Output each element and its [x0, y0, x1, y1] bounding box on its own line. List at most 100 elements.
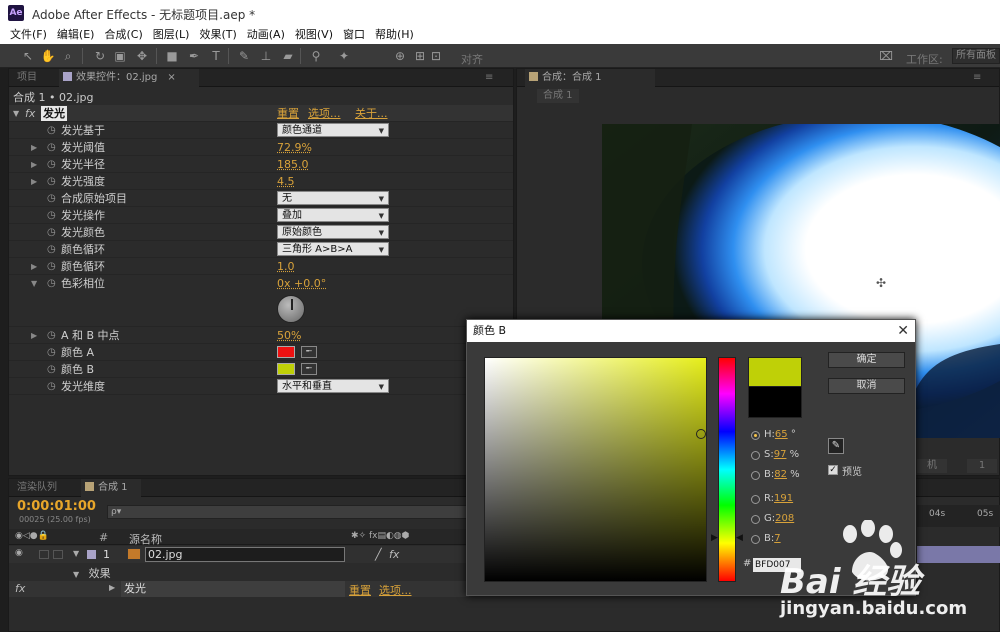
- twirl-icon[interactable]: ▶: [31, 139, 37, 156]
- view-layout-dropdown[interactable]: 1: [967, 459, 997, 473]
- stopwatch-icon[interactable]: ◷: [47, 173, 56, 190]
- hue-slider-right-arrow-icon[interactable]: ◀: [736, 533, 743, 543]
- property-value[interactable]: 185.0: [277, 156, 309, 173]
- menu-layer[interactable]: 图层(L): [153, 26, 190, 44]
- channel-radio[interactable]: [751, 451, 760, 460]
- tab-project[interactable]: 项目: [17, 69, 53, 87]
- camera-view-dropdown[interactable]: 机: [917, 459, 947, 473]
- stopwatch-icon[interactable]: ◷: [47, 361, 56, 378]
- stopwatch-icon[interactable]: ◷: [47, 190, 56, 207]
- column-source-name[interactable]: 源名称: [129, 531, 162, 547]
- timecode[interactable]: 0:00:01:00: [17, 499, 96, 514]
- preview-checkbox[interactable]: ✓: [828, 465, 838, 475]
- channel-radio[interactable]: [751, 495, 760, 504]
- property-dropdown[interactable]: 颜色通道: [277, 123, 389, 138]
- stopwatch-icon[interactable]: ◷: [47, 224, 56, 241]
- label-color-icon[interactable]: [87, 550, 96, 559]
- timeline-reset-link[interactable]: 重置: [349, 582, 371, 598]
- property-value[interactable]: 0x +0.0°: [277, 275, 326, 292]
- local-axis-icon[interactable]: ⊕: [392, 48, 408, 64]
- menu-file[interactable]: 文件(F): [10, 26, 47, 44]
- channel-radio[interactable]: [751, 535, 760, 544]
- solo-toggle[interactable]: [39, 550, 49, 559]
- about-link[interactable]: 关于...: [355, 105, 388, 122]
- property-dropdown[interactable]: 叠加: [277, 208, 389, 223]
- menu-help[interactable]: 帮助(H): [375, 26, 414, 44]
- rotate-tool-icon[interactable]: ↻: [92, 48, 108, 64]
- mask-feather-icon[interactable]: ⌧: [878, 48, 894, 64]
- zoom-tool-icon[interactable]: ⌕: [60, 48, 76, 64]
- color-eyedropper-icon[interactable]: ╾: [301, 346, 317, 358]
- pen-tool-icon[interactable]: ✒: [186, 48, 202, 64]
- saturation-brightness-field[interactable]: [484, 357, 707, 582]
- channel-value[interactable]: 65: [775, 429, 788, 440]
- stopwatch-icon[interactable]: ◷: [47, 344, 56, 361]
- options-link[interactable]: 选项...: [308, 105, 341, 122]
- effect-switch-icon[interactable]: fx: [389, 548, 399, 561]
- property-dropdown[interactable]: 无: [277, 191, 389, 206]
- channel-radio[interactable]: [751, 515, 760, 524]
- hue-slider-left-arrow-icon[interactable]: ▶: [711, 533, 718, 543]
- comp-breadcrumb[interactable]: 合成 1: [537, 89, 579, 103]
- channel-value[interactable]: 97: [774, 449, 787, 460]
- property-value[interactable]: 1.0: [277, 258, 295, 275]
- panel-menu-icon[interactable]: ≡: [485, 69, 505, 87]
- property-value[interactable]: 4.5: [277, 173, 295, 190]
- effect-row[interactable]: fx ▶ 发光 重置 选项...: [9, 581, 469, 597]
- brush-tool-icon[interactable]: ✎: [236, 48, 252, 64]
- tab-effect-controls[interactable]: 效果控件：02.jpg ×: [59, 69, 199, 87]
- view-axis-icon[interactable]: ⊡: [428, 48, 444, 64]
- expand-effects-icon[interactable]: ▼: [73, 570, 79, 579]
- eyedropper-icon[interactable]: ✎: [828, 438, 844, 454]
- channel-radio[interactable]: [751, 431, 760, 440]
- layer-search-input[interactable]: ρ▾: [107, 505, 467, 519]
- channel-radio[interactable]: [751, 471, 760, 480]
- twirl-icon[interactable]: ▶: [31, 173, 37, 190]
- original-color-preview[interactable]: [748, 387, 802, 418]
- selection-tool-icon[interactable]: ↖: [20, 48, 36, 64]
- menu-effect[interactable]: 效果(T): [199, 26, 236, 44]
- property-dropdown[interactable]: 三角形 A>B>A: [277, 242, 389, 257]
- fx-icon[interactable]: fx: [25, 105, 35, 122]
- menu-view[interactable]: 视图(V): [295, 26, 333, 44]
- anchor-point-icon[interactable]: ✣: [876, 276, 886, 290]
- stopwatch-icon[interactable]: ◷: [47, 207, 56, 224]
- timeline-effect-name[interactable]: 发光: [121, 581, 345, 597]
- tab-render-queue[interactable]: 渲染队列: [17, 479, 77, 497]
- effect-name[interactable]: 发光: [41, 106, 67, 121]
- cancel-button[interactable]: 取消: [828, 378, 905, 394]
- type-tool-icon[interactable]: T: [208, 48, 224, 64]
- stopwatch-icon[interactable]: ◷: [47, 241, 56, 258]
- expand-glow-icon[interactable]: ▶: [109, 583, 115, 592]
- quality-switch-icon[interactable]: ╱: [375, 548, 382, 561]
- lock-toggle[interactable]: [53, 550, 63, 559]
- ok-button[interactable]: 确定: [828, 352, 905, 368]
- twirl-icon[interactable]: ▼: [31, 275, 37, 292]
- stopwatch-icon[interactable]: ◷: [47, 258, 56, 275]
- expand-layer-icon[interactable]: ▼: [73, 549, 79, 558]
- stopwatch-icon[interactable]: ◷: [47, 139, 56, 156]
- puppet-pin-tool-icon[interactable]: ✦: [336, 48, 352, 64]
- camera-tool-icon[interactable]: ▣: [112, 48, 128, 64]
- menu-edit[interactable]: 编辑(E): [57, 26, 95, 44]
- tab-comp-1[interactable]: 合成 1: [81, 479, 141, 497]
- timeline-fx-icon[interactable]: fx: [15, 582, 25, 595]
- color-swatch[interactable]: [277, 363, 295, 375]
- layer-name[interactable]: 02.jpg: [145, 547, 345, 562]
- twirl-icon[interactable]: ▶: [31, 258, 37, 275]
- property-dropdown[interactable]: 原始颜色: [277, 225, 389, 240]
- channel-value[interactable]: 191: [774, 493, 793, 504]
- reset-link[interactable]: 重置: [277, 105, 299, 122]
- color-swatch[interactable]: [277, 346, 295, 358]
- hue-slider[interactable]: [718, 357, 736, 582]
- color-cursor-icon[interactable]: [696, 429, 706, 439]
- visibility-icon[interactable]: ◉: [15, 548, 23, 558]
- channel-value[interactable]: 82: [774, 469, 787, 480]
- roto-brush-tool-icon[interactable]: ⚲: [308, 48, 324, 64]
- close-dialog-icon[interactable]: ✕: [897, 320, 909, 342]
- timeline-options-link[interactable]: 选项...: [379, 582, 412, 598]
- menu-window[interactable]: 窗口: [343, 26, 365, 44]
- property-value[interactable]: 50%: [277, 327, 301, 344]
- tab-composition[interactable]: 合成：合成 1: [525, 69, 655, 87]
- workspace-dropdown[interactable]: 所有面板: [952, 48, 1000, 64]
